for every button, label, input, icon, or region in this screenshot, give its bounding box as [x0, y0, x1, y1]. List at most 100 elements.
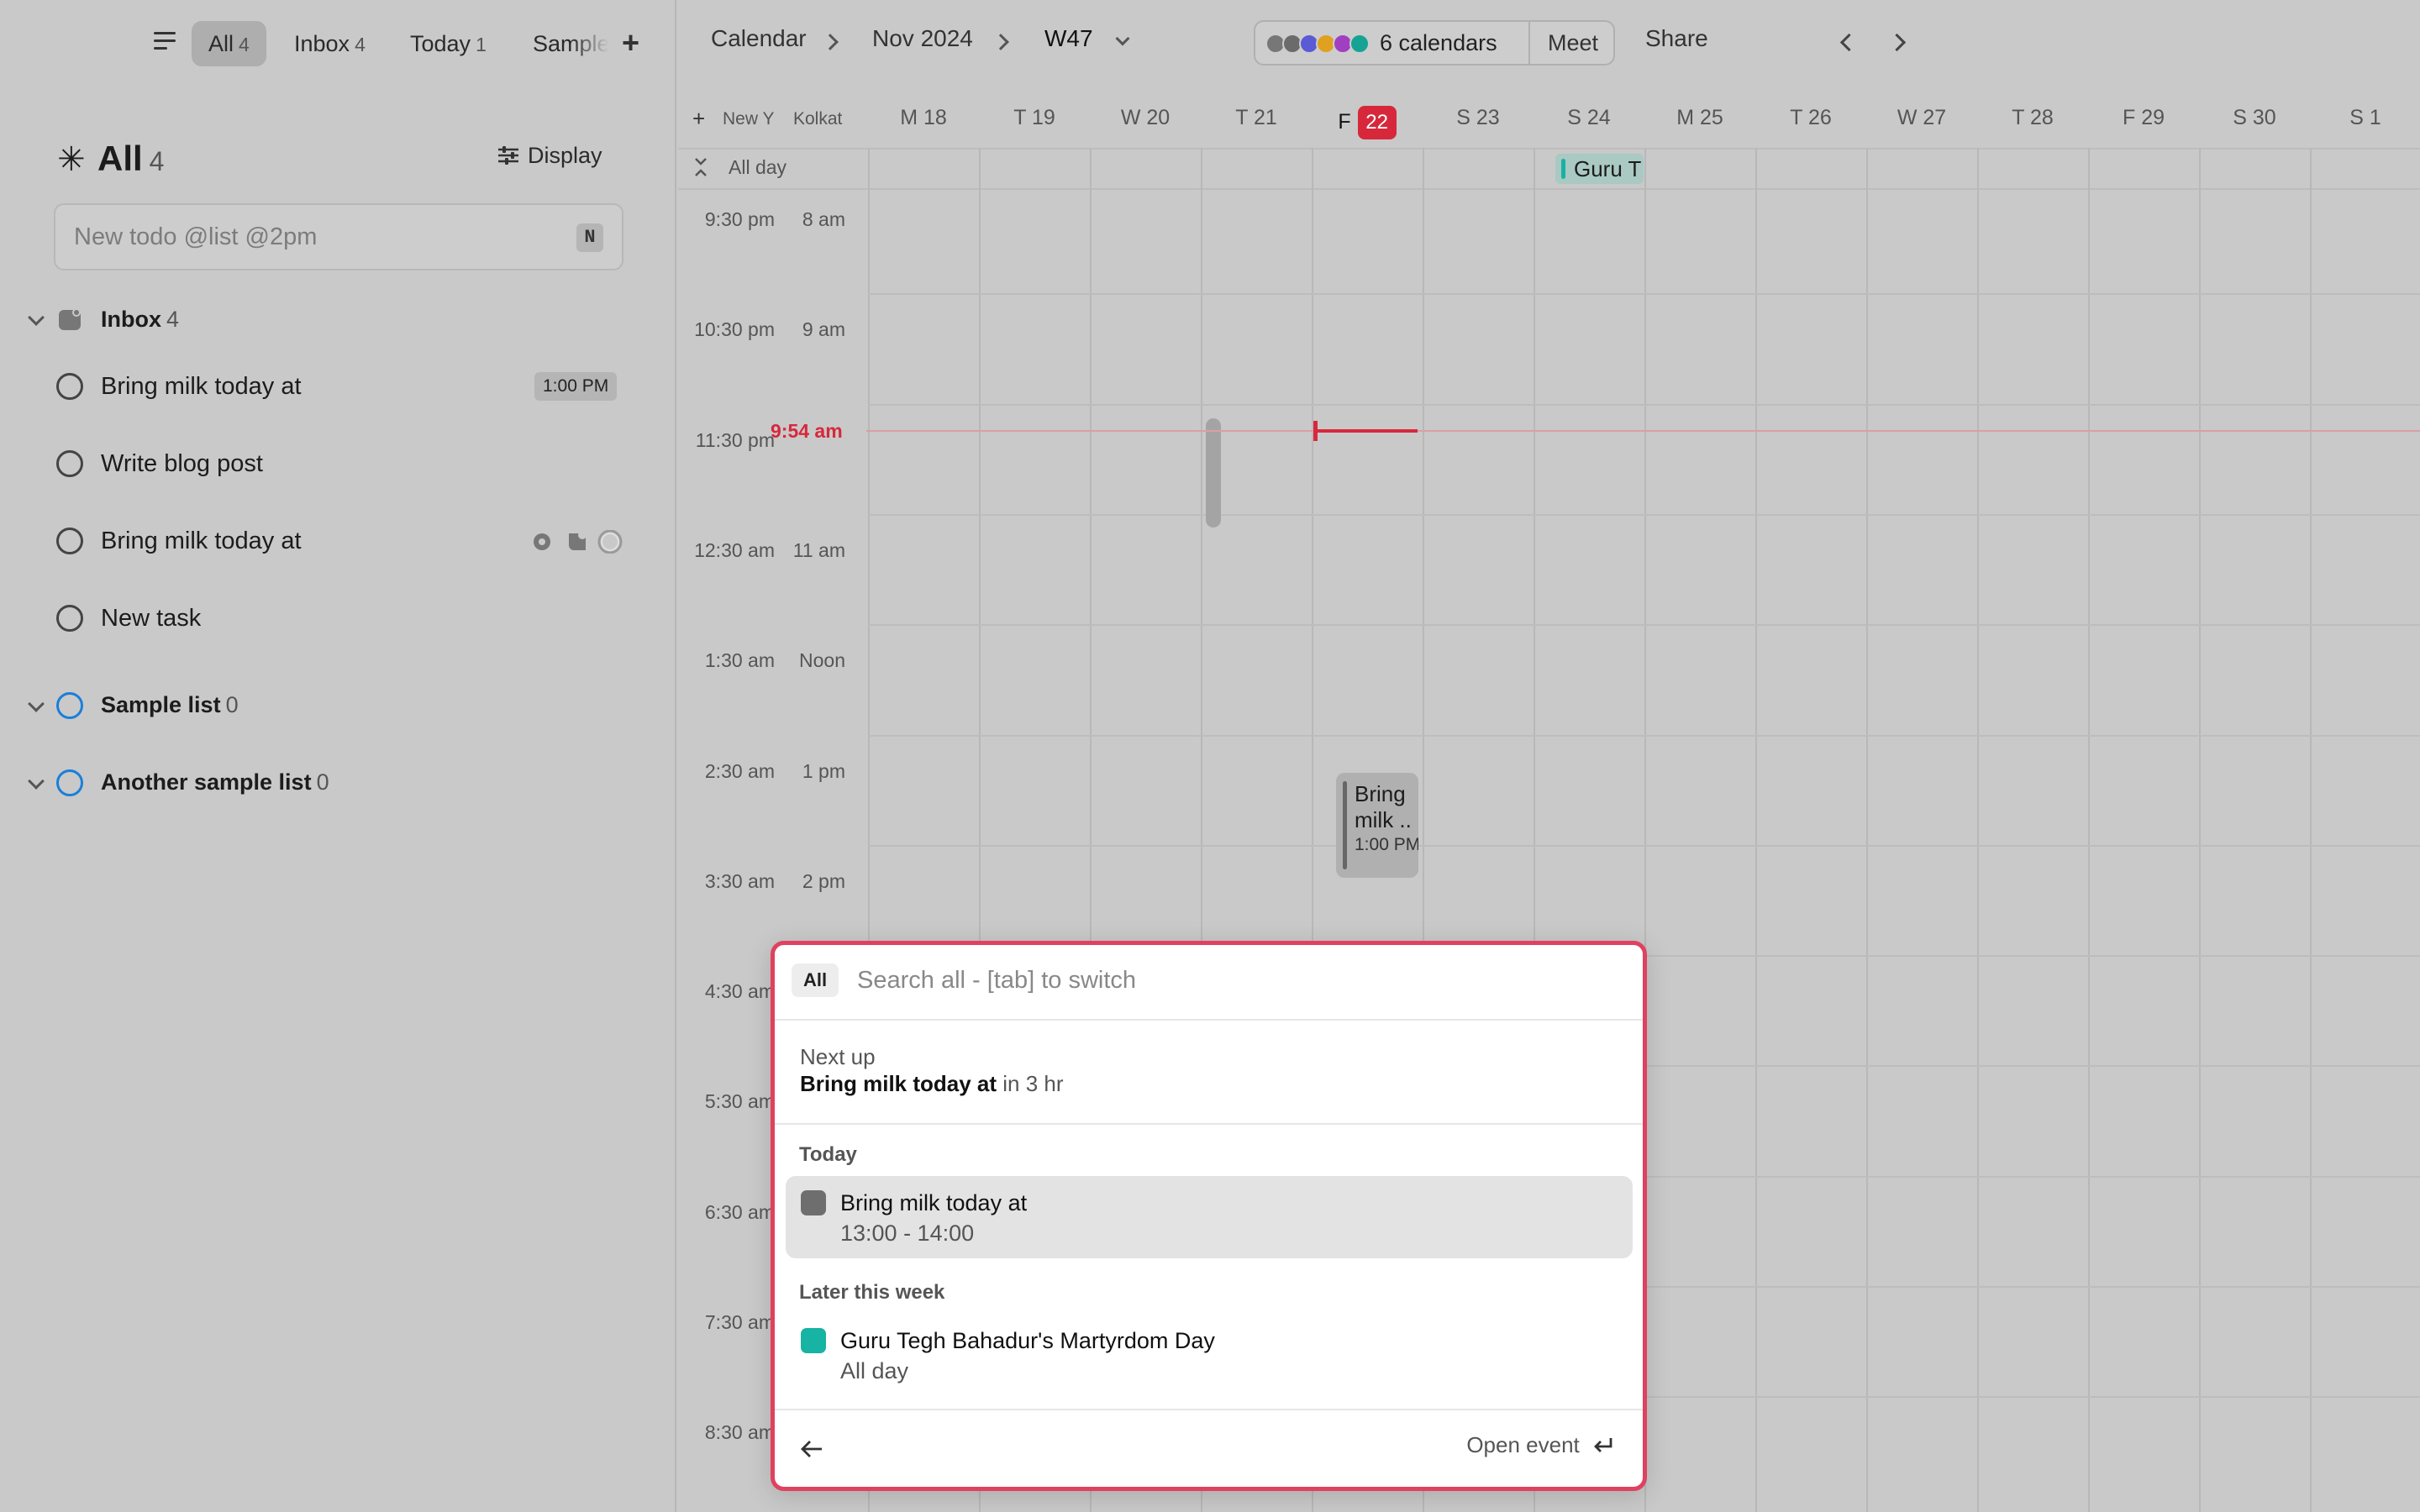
- chevron-down-icon[interactable]: [28, 696, 45, 712]
- day-header[interactable]: M 25: [1644, 106, 1755, 130]
- sliders-icon: [498, 146, 518, 165]
- share-button[interactable]: Share: [1645, 25, 1708, 52]
- result-time: All day: [840, 1358, 909, 1383]
- now-marker: [1313, 421, 1318, 441]
- day-header[interactable]: T 19: [979, 106, 1090, 130]
- timezone-ny-label[interactable]: New Y: [723, 109, 780, 129]
- day-header[interactable]: F 22: [1312, 106, 1423, 139]
- time-label-ny: 9:30 pm: [704, 208, 775, 230]
- tab-inbox[interactable]: Inbox 4: [277, 21, 382, 66]
- collapse-all-day-icon[interactable]: [693, 157, 708, 177]
- task-checkbox[interactable]: [56, 528, 83, 554]
- open-event-button[interactable]: Open event: [1466, 1432, 1614, 1458]
- task-checkbox[interactable]: [56, 450, 83, 477]
- section-today: Today: [799, 1143, 857, 1166]
- open-event-label: Open event: [1466, 1432, 1580, 1457]
- time-label-ny: 5:30 am: [704, 1090, 775, 1113]
- result-title: Bring milk today at: [840, 1190, 1028, 1215]
- task-checkbox[interactable]: [56, 605, 83, 632]
- day-header[interactable]: W 20: [1090, 106, 1201, 130]
- calendar-color-square: [801, 1328, 826, 1353]
- search-input[interactable]: [857, 957, 1613, 1004]
- search-scope-chip[interactable]: All: [792, 963, 839, 997]
- enter-key-icon: [1594, 1438, 1612, 1452]
- page-title: ✳ All 4: [57, 139, 165, 178]
- timezone-local-label[interactable]: Kolkat: [793, 109, 850, 129]
- time-label-ny: 4:30 am: [704, 980, 775, 1003]
- time-label-ny: 2:30 am: [704, 759, 775, 782]
- task-item[interactable]: Bring milk today at: [101, 520, 302, 562]
- task-item[interactable]: Write blog post: [101, 443, 263, 485]
- group-sample-list[interactable]: Sample list 0: [101, 684, 239, 726]
- group-another-sample-list[interactable]: Another sample list 0: [101, 761, 329, 803]
- group-inbox[interactable]: Inbox 4: [101, 298, 179, 340]
- day-header[interactable]: T 28: [1977, 106, 2088, 130]
- day-header[interactable]: S 24: [1534, 106, 1644, 130]
- now-line: [866, 430, 2420, 432]
- result-title[interactable]: Guru Tegh Bahadur's Martyrdom Day: [840, 1328, 1215, 1354]
- meet-button[interactable]: Meet: [1548, 22, 1598, 64]
- day-header[interactable]: S 30: [2199, 106, 2310, 130]
- todo-panel: All 4 Inbox 4 Today 1 Sample + ✳ All 4 Displa…: [0, 0, 676, 1512]
- chevron-down-icon[interactable]: [28, 309, 45, 326]
- prev-week-icon[interactable]: [1839, 33, 1859, 52]
- day-header[interactable]: M 18: [868, 106, 979, 130]
- new-todo-box: N: [54, 203, 623, 270]
- list-icon: [56, 769, 83, 796]
- task-item[interactable]: Bring milk today at: [101, 365, 302, 407]
- time-label-local: 2 pm: [802, 869, 845, 892]
- time-badge: 1:00 PM: [534, 372, 618, 401]
- calendar-color-dot: [1349, 34, 1370, 54]
- task-checkbox[interactable]: [56, 373, 83, 400]
- day-header[interactable]: T 26: [1755, 106, 1866, 130]
- drag-handle[interactable]: [1206, 418, 1221, 528]
- tab-all[interactable]: All 4: [192, 21, 266, 66]
- list-icon: [56, 692, 83, 719]
- all-day-label: All day: [729, 156, 787, 178]
- task-hover-actions[interactable]: [532, 530, 624, 554]
- chevron-down-icon[interactable]: [28, 773, 45, 790]
- time-label-ny: 11:30 pm: [695, 428, 775, 451]
- calendars-button[interactable]: 6 calendars: [1380, 22, 1497, 64]
- breadcrumb-week[interactable]: W47: [1044, 25, 1093, 52]
- today-date-badge: 22: [1357, 106, 1397, 139]
- asterisk-icon: ✳: [57, 141, 86, 178]
- add-tab-icon[interactable]: +: [622, 25, 639, 60]
- day-header[interactable]: W 27: [1866, 106, 1977, 130]
- display-button[interactable]: Display: [497, 143, 602, 169]
- time-label-ny: 3:30 am: [704, 869, 775, 892]
- now-line-today: [1315, 429, 1418, 433]
- time-label-ny: 8:30 am: [704, 1421, 775, 1444]
- section-later-this-week: Later this week: [799, 1281, 945, 1304]
- search-popup: All Next up Bring milk today at in 3 hr …: [771, 941, 1647, 1491]
- inbox-icon: [59, 308, 81, 330]
- week-dropdown-icon[interactable]: [1115, 31, 1130, 46]
- tab-sample[interactable]: Sample: [516, 21, 608, 66]
- calendar-color-square: [801, 1190, 826, 1215]
- next-up-item[interactable]: Bring milk today at in 3 hr: [800, 1071, 1064, 1097]
- result-time: 13:00 - 14:00: [840, 1221, 975, 1246]
- all-day-event[interactable]: Guru T: [1555, 154, 1644, 184]
- shortcut-hint: N: [576, 223, 603, 252]
- time-label-ny: 1:30 am: [704, 649, 775, 672]
- chevron-right-icon: [822, 34, 839, 50]
- time-label-ny: 7:30 am: [704, 1311, 775, 1333]
- breadcrumb-month[interactable]: Nov 2024: [872, 25, 973, 52]
- back-arrow-icon[interactable]: [800, 1439, 823, 1459]
- new-todo-input[interactable]: [74, 205, 544, 269]
- day-header[interactable]: S 23: [1423, 106, 1534, 130]
- next-week-icon[interactable]: [1887, 33, 1907, 52]
- task-item[interactable]: New task: [101, 597, 201, 639]
- time-label-local: 8 am: [802, 208, 845, 230]
- next-up-when: in 3 hr: [1002, 1071, 1064, 1096]
- breadcrumb-calendar[interactable]: Calendar: [711, 25, 807, 52]
- time-label-local: 1 pm: [802, 759, 845, 782]
- add-timezone-icon[interactable]: +: [692, 106, 705, 132]
- sidebar-menu-icon[interactable]: [154, 32, 176, 50]
- calendar-event[interactable]: Bring milk .. 1:00 PM: [1336, 773, 1418, 878]
- chevron-right-icon: [992, 34, 1009, 50]
- day-header[interactable]: F 29: [2088, 106, 2199, 130]
- tab-today[interactable]: Today 1: [393, 21, 503, 66]
- day-header[interactable]: T 21: [1201, 106, 1312, 130]
- day-header[interactable]: S 1: [2310, 106, 2420, 130]
